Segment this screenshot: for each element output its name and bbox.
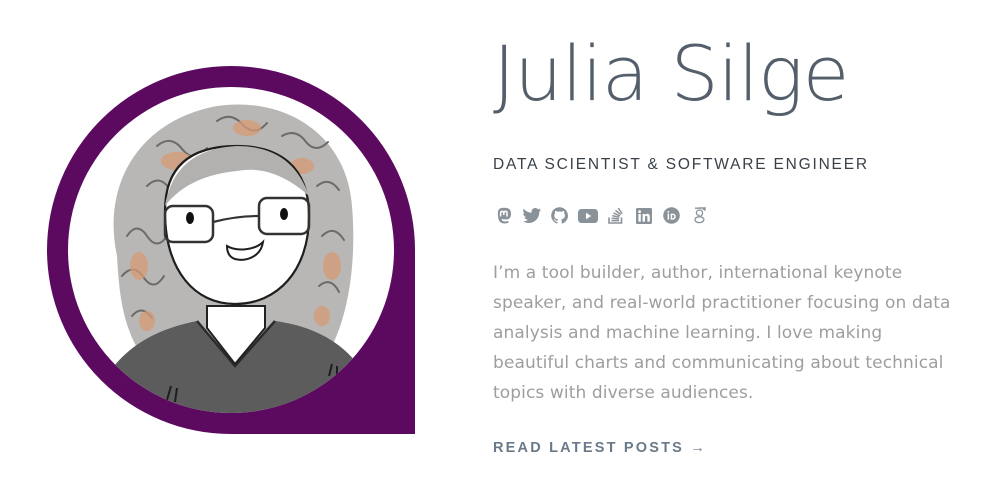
linkedin-icon	[635, 207, 652, 224]
author-role: DATA SCIENTIST & SOFTWARE ENGINEER	[493, 156, 869, 173]
hero-section: Julia Silge DATA SCIENTIST & SOFTWARE EN…	[0, 0, 992, 502]
orcid-icon	[663, 207, 680, 224]
mastodon-icon	[497, 207, 511, 224]
youtube-icon	[577, 208, 598, 223]
youtube-link[interactable]	[577, 205, 598, 226]
avatar-illustration	[47, 66, 415, 434]
author-name: Julia Silge	[493, 29, 849, 118]
stack-overflow-icon	[608, 207, 623, 224]
mastodon-link[interactable]	[493, 205, 514, 226]
orcid-link[interactable]	[661, 205, 682, 226]
google-scholar-link[interactable]	[689, 205, 710, 226]
github-link[interactable]	[549, 205, 570, 226]
twitter-icon	[522, 208, 541, 223]
stack-overflow-link[interactable]	[605, 205, 626, 226]
twitter-link[interactable]	[521, 205, 542, 226]
google-scholar-icon	[694, 207, 706, 224]
author-bio: I’m a tool builder, author, internationa…	[493, 263, 951, 403]
avatar	[47, 66, 415, 434]
linkedin-link[interactable]	[633, 205, 654, 226]
read-latest-posts-link[interactable]: READ LATEST POSTS →	[493, 440, 707, 456]
social-links	[493, 205, 710, 226]
github-icon	[551, 207, 568, 224]
